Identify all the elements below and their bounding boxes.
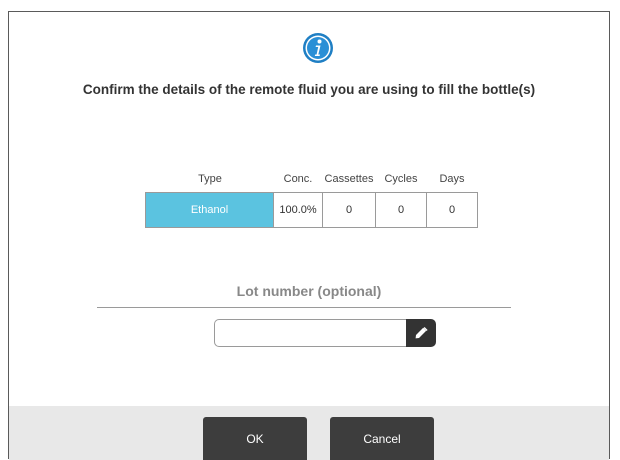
divider — [97, 307, 511, 308]
edit-lot-button[interactable] — [406, 319, 436, 347]
pencil-icon — [415, 327, 428, 339]
cassettes-cell: 0 — [322, 192, 376, 228]
column-header-conc: Conc. — [283, 173, 313, 185]
remote-fluid-dialog: Confirm the details of the remote fluid … — [8, 11, 610, 460]
ok-button[interactable]: OK — [203, 417, 307, 460]
cycles-cell: 0 — [375, 192, 427, 228]
info-icon — [303, 33, 333, 63]
dialog-heading: Confirm the details of the remote fluid … — [82, 82, 536, 97]
lot-number-input[interactable] — [214, 319, 406, 347]
column-header-cassettes: Cassettes — [324, 173, 374, 185]
cancel-button[interactable]: Cancel — [330, 417, 434, 460]
days-cell: 0 — [426, 192, 478, 228]
column-header-type: Type — [198, 173, 222, 185]
lot-number-label: Lot number (optional) — [236, 283, 382, 299]
fluid-type-cell[interactable]: Ethanol — [145, 192, 274, 228]
column-header-cycles: Cycles — [384, 173, 418, 185]
column-header-days: Days — [439, 173, 465, 185]
concentration-cell: 100.0% — [273, 192, 323, 228]
dialog-footer — [9, 406, 609, 460]
